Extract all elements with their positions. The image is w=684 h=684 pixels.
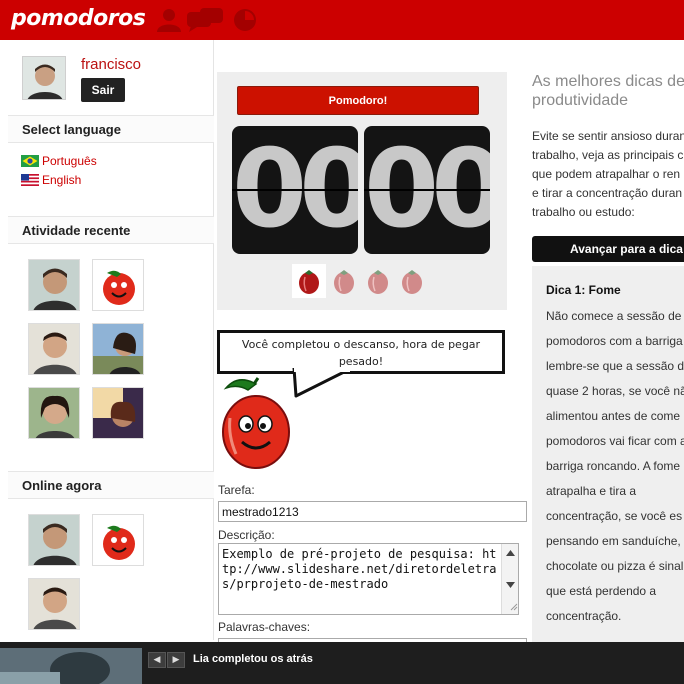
recent-user-avatar[interactable] <box>28 387 80 439</box>
tips-intro: Evite se sentir ansioso duran trabalho, … <box>532 129 684 219</box>
user-photo <box>29 388 79 438</box>
recent-activity-title: Atividade recente <box>8 216 214 244</box>
language-label: English <box>42 173 82 187</box>
start-pomodoro-button[interactable]: Pomodoro! <box>237 86 479 115</box>
site-logo[interactable]: pomodoros <box>11 6 146 31</box>
tip-heading: Dica 1: Fome <box>546 283 621 297</box>
online-user-avatar[interactable] <box>28 578 80 630</box>
top-header: pomodoros <box>0 0 684 40</box>
user-photo <box>93 388 143 438</box>
speech-bubble-tail <box>292 368 350 398</box>
previous-arrow-icon[interactable]: ◀ <box>148 652 166 668</box>
user-photo <box>29 260 79 310</box>
user-photo <box>29 579 79 629</box>
next-tip-button[interactable]: Avançar para a dica <box>532 236 684 262</box>
tip-card: Dica 1: Fome Não comece a sessão de pomo… <box>532 266 684 646</box>
tips-title: As melhores dicas de produtividade <box>532 73 684 109</box>
tomato-mascot-icon <box>222 377 290 469</box>
language-label: Português <box>42 154 97 168</box>
chat-icon[interactable] <box>187 8 223 32</box>
online-user-avatar[interactable] <box>28 514 80 566</box>
user-photo <box>29 324 79 374</box>
task-input[interactable]: mestrado1213 <box>218 501 527 522</box>
description-scrollbar[interactable] <box>501 544 518 614</box>
user-avatar[interactable] <box>22 56 66 100</box>
seconds-flip-card: 00 <box>364 126 490 254</box>
next-arrow-icon[interactable]: ▶ <box>167 652 185 668</box>
tip-body: Não comece a sessão de pomodoros com a b… <box>546 309 684 623</box>
user-photo <box>93 324 143 374</box>
users-icon[interactable] <box>156 8 182 32</box>
language-section-title: Select language <box>8 115 214 143</box>
timer-panel: Pomodoro! 00 00 <box>217 72 507 310</box>
description-label: Descrição: <box>218 528 275 542</box>
recent-user-avatar[interactable] <box>92 323 144 375</box>
username-link[interactable]: francisco <box>81 56 141 73</box>
language-option-portuguese[interactable]: Português <box>21 154 97 168</box>
flip-seam <box>364 189 490 191</box>
page: pomodoros francisco Sair Select language… <box>0 0 684 684</box>
pomodoro-counter <box>361 264 395 298</box>
pomodoro-counter <box>327 264 361 298</box>
flip-seam <box>232 189 358 191</box>
minutes-flip-card: 00 <box>232 126 358 254</box>
status-message-text: Você completou o descanso, hora de pegar… <box>241 338 481 368</box>
pomodoro-counter <box>395 264 429 298</box>
us-flag-icon <box>21 174 39 186</box>
user-photo <box>0 648 142 684</box>
pomodoro-counter-active <box>292 264 326 298</box>
logout-button[interactable]: Sair <box>81 78 125 102</box>
tomato-icon <box>334 270 354 294</box>
recent-user-avatar[interactable] <box>28 323 80 375</box>
recent-user-avatar[interactable] <box>28 259 80 311</box>
user-photo <box>29 515 79 565</box>
description-textarea[interactable]: Exemplo de pré-projeto de pesquisa: http… <box>218 543 519 615</box>
brazil-flag-icon <box>21 155 39 167</box>
notification-photo <box>0 648 142 684</box>
description-text: Exemplo de pré-projeto de pesquisa: http… <box>222 547 497 591</box>
recent-tomato-avatar[interactable] <box>92 259 144 311</box>
recent-user-avatar[interactable] <box>92 387 144 439</box>
user-photo <box>23 57 65 99</box>
notification-text: Lia completou os atrás <box>193 653 313 665</box>
online-now-title: Online agora <box>8 471 214 499</box>
tomato-icon <box>368 270 388 294</box>
tomato-clock-icon[interactable] <box>233 8 257 32</box>
tomato-icon <box>402 270 422 294</box>
activity-notification-bar: ◀ ▶ Lia completou os atrás <box>0 642 684 684</box>
tomato-icon <box>93 260 143 310</box>
language-option-english[interactable]: English <box>21 173 81 187</box>
online-tomato-avatar[interactable] <box>92 514 144 566</box>
task-label: Tarefa: <box>218 483 255 497</box>
tomato-icon <box>299 270 319 294</box>
left-sidebar: francisco Sair Select language Português… <box>8 40 214 640</box>
tomato-icon <box>93 515 143 565</box>
scrollbar-arrows-icon <box>506 550 518 611</box>
keywords-label: Palavras-chaves: <box>218 620 311 634</box>
